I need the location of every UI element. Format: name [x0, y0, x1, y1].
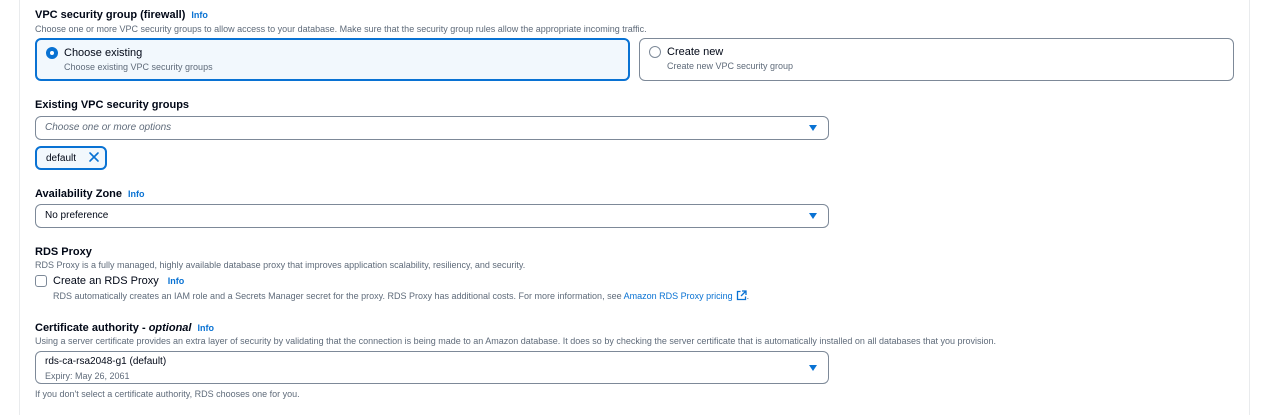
- availability-zone-info-link[interactable]: Info: [128, 189, 145, 199]
- rds-proxy-help-copy: RDS automatically creates an IAM role an…: [53, 291, 622, 301]
- create-new-description: Create new VPC security group: [667, 61, 794, 71]
- create-new-tile[interactable]: Create new Create new VPC security group: [639, 38, 1234, 81]
- rds-proxy-help-suffix: .: [746, 291, 750, 301]
- security-group-token-label: default: [46, 153, 77, 164]
- rds-proxy-help-text: RDS automatically creates an IAM role an…: [53, 290, 749, 303]
- close-icon[interactable]: [87, 150, 101, 164]
- rds-proxy-label: RDS Proxy: [35, 246, 92, 258]
- create-new-title: Create new: [667, 46, 724, 58]
- choose-existing-description: Choose existing VPC security groups: [64, 62, 213, 72]
- rds-proxy-description: RDS Proxy is a fully managed, highly ava…: [35, 260, 526, 270]
- availability-zone-value: No preference: [45, 210, 109, 221]
- existing-security-groups-placeholder: Choose one or more options: [45, 122, 172, 133]
- certificate-authority-description: Using a server certificate provides an e…: [35, 336, 997, 346]
- existing-security-groups-select[interactable]: Choose one or more options: [35, 116, 829, 140]
- rds-proxy-pricing-link[interactable]: Amazon RDS Proxy pricing: [624, 291, 733, 301]
- certificate-expiry: Expiry: May 26, 2061: [45, 371, 130, 381]
- create-new-radio[interactable]: [649, 46, 661, 58]
- create-rds-proxy-label-text: Create an RDS Proxy: [53, 275, 159, 287]
- rds-proxy-info-link[interactable]: Info: [168, 276, 185, 286]
- availability-zone-label: Availability Zone Info: [35, 188, 145, 200]
- vpc-security-group-label: VPC security group (firewall) Info: [35, 9, 208, 21]
- caret-down-icon: [809, 125, 817, 131]
- certificate-authority-label: Certificate authority - optional Info: [35, 322, 214, 334]
- choose-existing-title: Choose existing: [64, 47, 143, 59]
- certificate-authority-value: rds-ca-rsa2048-g1 (default): [45, 356, 167, 367]
- create-rds-proxy-label: Create an RDS Proxy Info: [53, 275, 184, 287]
- choose-existing-radio[interactable]: [46, 47, 58, 59]
- certificate-authority-select[interactable]: rds-ca-rsa2048-g1 (default) Expiry: May …: [35, 351, 829, 384]
- choose-existing-tile[interactable]: Choose existing Choose existing VPC secu…: [35, 38, 630, 81]
- certificate-authority-info-link[interactable]: Info: [197, 323, 214, 333]
- certificate-authority-optional: optional: [148, 322, 192, 334]
- certificate-authority-label-text: Certificate authority -: [35, 322, 146, 334]
- availability-zone-label-text: Availability Zone: [35, 188, 123, 200]
- caret-down-icon: [809, 213, 817, 219]
- caret-down-icon: [809, 365, 817, 371]
- panel-right-border: [1249, 0, 1250, 415]
- vpc-security-group-description: Choose one or more VPC security groups t…: [35, 24, 647, 34]
- availability-zone-select[interactable]: No preference: [35, 204, 829, 228]
- vpc-security-group-label-text: VPC security group (firewall): [35, 9, 186, 21]
- existing-security-groups-label: Existing VPC security groups: [35, 99, 190, 111]
- certificate-authority-footer: If you don't select a certificate author…: [35, 389, 300, 399]
- create-rds-proxy-checkbox[interactable]: [35, 275, 47, 287]
- panel-left-border: [19, 0, 20, 415]
- security-group-token: default: [35, 146, 107, 170]
- vpc-security-group-info-link[interactable]: Info: [191, 10, 208, 20]
- external-link-icon[interactable]: [736, 290, 747, 303]
